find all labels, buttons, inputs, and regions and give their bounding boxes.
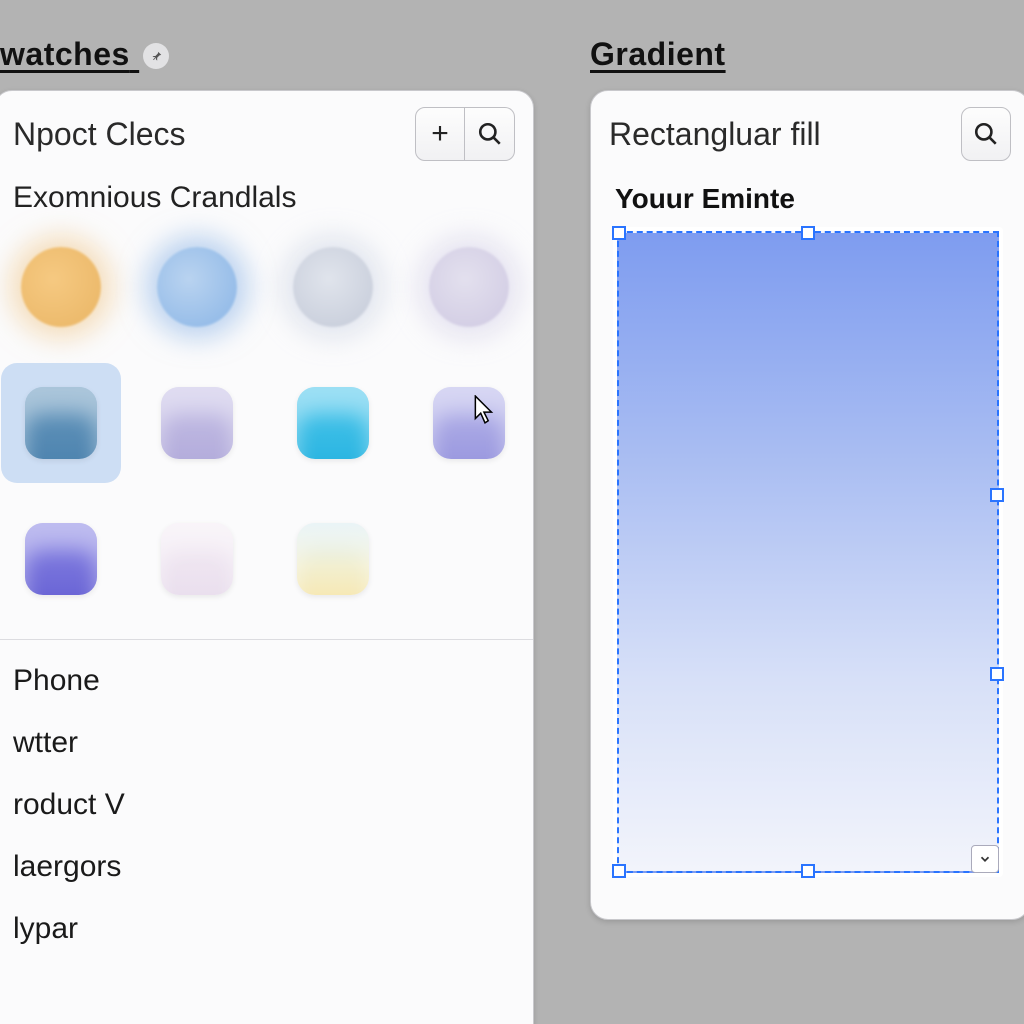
category-item[interactable]: wtter (0, 712, 533, 774)
swatch-cyan[interactable] (273, 363, 393, 483)
gradient-preview-area: Youur Eminte (591, 171, 1024, 919)
gradient-panel-title: Rectangluar fill (609, 116, 951, 153)
selection-rectangle[interactable] (617, 231, 999, 873)
swatch-preview (293, 247, 373, 327)
gradient-canvas[interactable] (613, 227, 1003, 877)
gradient-preview-label: Youur Eminte (615, 183, 1007, 215)
tab-gradient-label: Gradient (590, 36, 726, 72)
tab-swatches[interactable]: watches (0, 36, 169, 73)
swatch-soft-lilac[interactable] (137, 363, 257, 483)
swatches-panel-header: Npoct Clecs + (0, 91, 533, 171)
category-item[interactable]: Phone (0, 650, 533, 712)
selection-handle[interactable] (990, 667, 1004, 681)
search-swatches-button[interactable] (465, 107, 515, 161)
swatch-preview (433, 387, 505, 459)
search-icon (477, 121, 503, 147)
swatches-header-actions: + (415, 107, 515, 161)
search-gradient-button[interactable] (961, 107, 1011, 161)
swatch-preview (157, 247, 237, 327)
chevron-down-icon (978, 852, 992, 866)
add-swatch-button[interactable]: + (415, 107, 465, 161)
gradient-panel: Rectangluar fill Youur Eminte (590, 90, 1024, 920)
selection-handle[interactable] (801, 226, 815, 240)
swatch-periwinkle[interactable] (409, 363, 529, 483)
swatch-preview (161, 523, 233, 595)
pin-icon (143, 43, 169, 69)
selection-handle[interactable] (990, 488, 1004, 502)
swatch-preview (429, 247, 509, 327)
swatches-panel-title: Npoct Clecs (13, 116, 405, 153)
swatch-preview (297, 387, 369, 459)
swatch-preview (25, 387, 97, 459)
search-icon (973, 121, 999, 147)
category-item[interactable]: laergors (0, 836, 533, 898)
selection-handle[interactable] (801, 864, 815, 878)
swatch-grey-quote[interactable] (273, 227, 393, 347)
category-list: Phonewtterroduct Vlaergorslypar (0, 639, 533, 960)
tab-gradient[interactable]: Gradient (590, 36, 726, 73)
swatch-preview (297, 523, 369, 595)
gradient-panel-header: Rectangluar fill (591, 91, 1024, 171)
swatch-preview (161, 387, 233, 459)
swatch-preview (21, 247, 101, 327)
selection-handle[interactable] (612, 226, 626, 240)
category-item[interactable]: roduct V (0, 774, 533, 836)
swatch-preview (25, 523, 97, 595)
swatch-grid (0, 221, 533, 639)
category-item[interactable]: lypar (0, 898, 533, 960)
swatches-panel: Npoct Clecs + Exomnious Crandlals Phonew… (0, 90, 534, 1024)
plus-icon: + (431, 117, 449, 151)
swatch-violet-gloss[interactable] (1, 499, 121, 619)
swatch-blue-blob[interactable] (137, 227, 257, 347)
swatch-pink-mist[interactable] (137, 499, 257, 619)
selection-handle[interactable] (612, 864, 626, 878)
swatch-lilac-quote[interactable] (409, 227, 529, 347)
tab-swatches-label: watches (0, 36, 130, 72)
swatch-steel-blue[interactable] (1, 363, 121, 483)
swatch-group-title: Exomnious Crandlals (0, 171, 533, 221)
swatch-dawn[interactable] (273, 499, 393, 619)
swatch-orange-blob[interactable] (1, 227, 121, 347)
gradient-dropdown-button[interactable] (971, 845, 999, 873)
